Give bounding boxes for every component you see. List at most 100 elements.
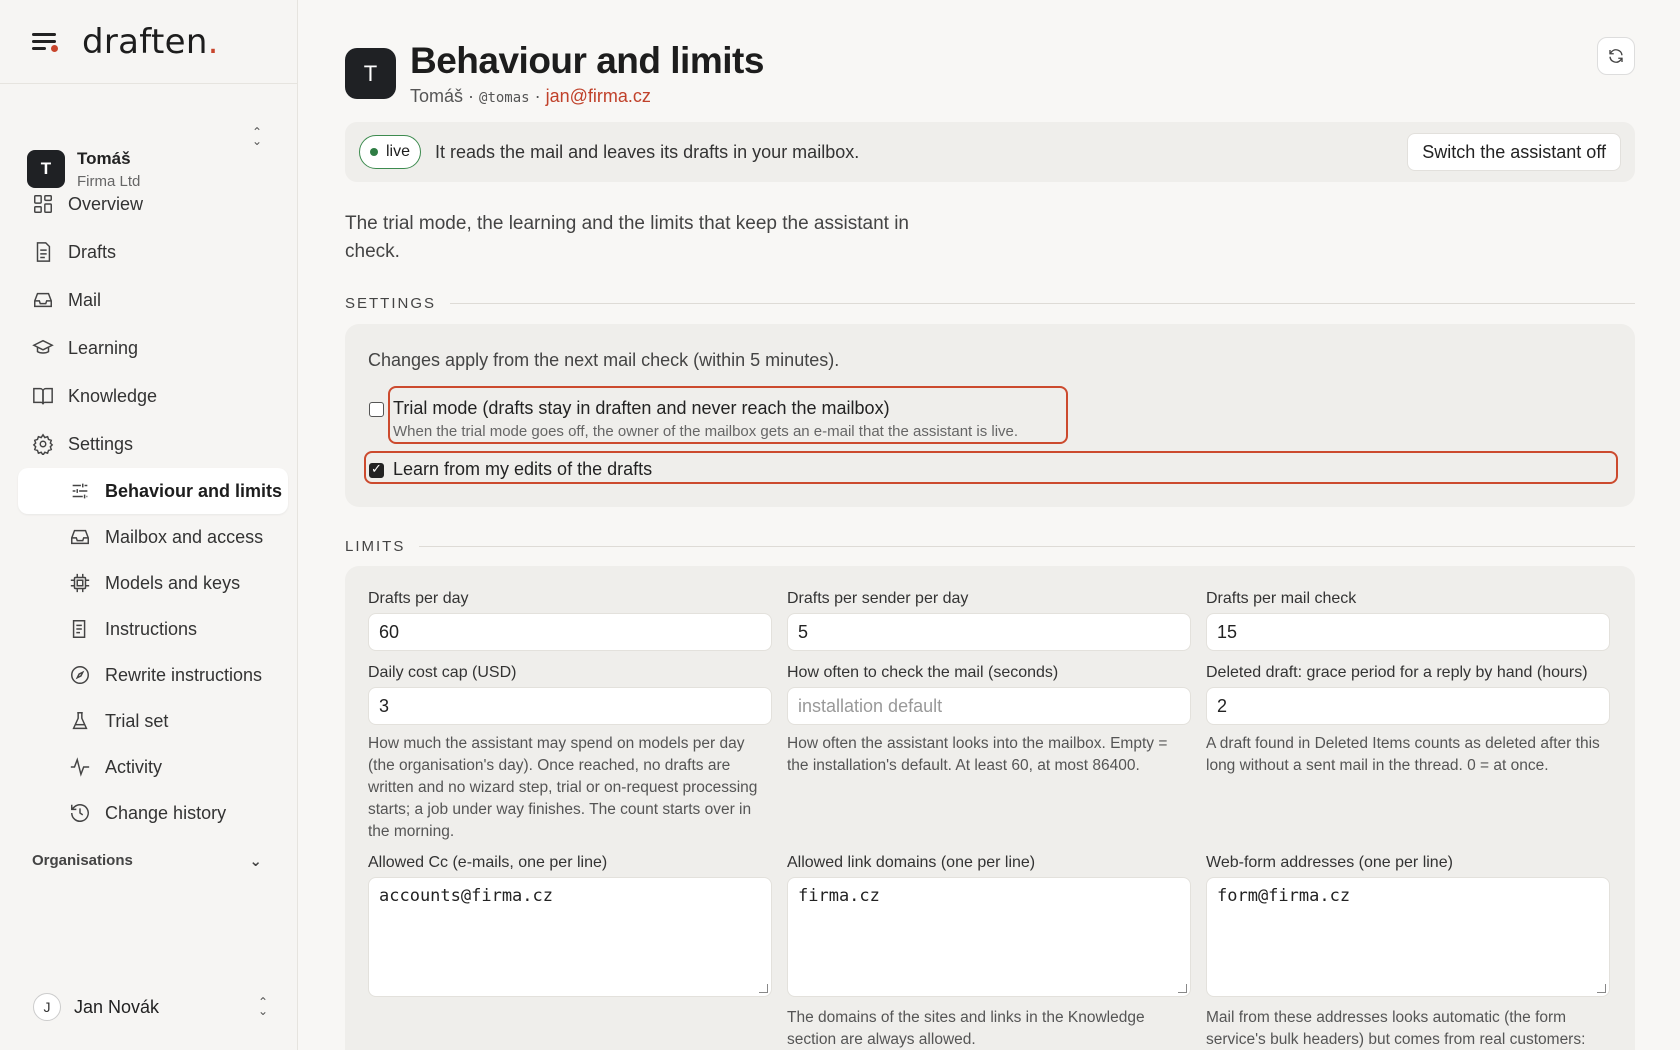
sidebar-subitem-change-history[interactable]: Change history xyxy=(18,790,288,836)
settings-heading-label: SETTINGS xyxy=(345,295,437,312)
sidebar-item-label: Overview xyxy=(68,193,144,214)
organisations-toggle[interactable]: Organisations ⌄ xyxy=(32,852,262,870)
owner-handle: @tomas xyxy=(479,90,530,106)
chip-icon xyxy=(70,573,90,593)
check-interval-help: How often the assistant looks into the m… xyxy=(787,735,1168,774)
daily-cost-input[interactable]: 3 xyxy=(368,687,772,725)
sidebar-subitem-trial-set[interactable]: Trial set xyxy=(18,698,288,744)
drafts-per-sender-field: Drafts per sender per day 5 xyxy=(787,590,1191,651)
sidebar-item-learning[interactable]: Learning xyxy=(18,324,288,372)
status-badge: live xyxy=(359,135,422,169)
sidebar-item-label: Drafts xyxy=(68,241,117,262)
assistant-status-bar: live It reads the mail and leaves its dr… xyxy=(345,122,1635,182)
settings-panel: Changes apply from the next mail check (… xyxy=(345,324,1635,507)
sidebar-item-overview[interactable]: Overview xyxy=(18,180,288,228)
sidebar-item-settings[interactable]: Settings xyxy=(18,420,288,468)
book-icon xyxy=(33,387,53,405)
sidebar-item-mail[interactable]: Mail xyxy=(18,276,288,324)
page-intro: The trial mode, the learning and the lim… xyxy=(345,213,909,262)
grid-icon xyxy=(34,195,52,213)
drafts-per-check-input[interactable]: 15 xyxy=(1206,613,1610,651)
grace-period-help: A draft found in Deleted Items counts as… xyxy=(1206,735,1600,774)
allowed-domains-textarea[interactable]: firma.cz xyxy=(787,877,1191,997)
owner-email-link[interactable]: jan@firma.cz xyxy=(546,86,651,106)
inbox-icon xyxy=(34,292,52,308)
daily-cost-help: How much the assistant may spend on mode… xyxy=(368,735,758,840)
limits-section-heading: LIMITS xyxy=(345,538,1635,555)
chevron-up-down-icon: ⌃ ⌄ xyxy=(257,995,268,1018)
sidebar-nav: Overview Drafts Mail Learning Knowledge … xyxy=(18,180,288,836)
sidebar-subitem-instructions[interactable]: Instructions xyxy=(18,606,288,652)
page-subtitle: Tomáš · @tomas · jan@firma.cz xyxy=(410,86,651,106)
sidebar-subitem-models-and-keys[interactable]: Models and keys xyxy=(18,560,288,606)
learn-label[interactable]: Learn from my edits of the drafts xyxy=(393,459,652,480)
sidebar-subitem-behaviour-and-limits[interactable]: Behaviour and limits xyxy=(18,468,288,514)
drafts-per-day-field: Drafts per day 60 xyxy=(368,590,772,651)
learn-checkbox[interactable] xyxy=(369,461,384,478)
sidebar-subitem-label: Behaviour and limits xyxy=(105,480,283,501)
user-name: Jan Novák xyxy=(74,996,160,1017)
webform-field: Web-form addresses (one per line) form@f… xyxy=(1206,854,1610,1050)
chevron-down-icon: ⌄ xyxy=(249,853,262,870)
page-title: Behaviour and limits xyxy=(410,40,764,81)
refresh-icon xyxy=(1609,49,1623,63)
menu-icon[interactable] xyxy=(32,31,60,53)
owner-name: Tomáš xyxy=(410,86,464,106)
trial-mode-checkbox[interactable] xyxy=(369,402,384,417)
sidebar-subitem-rewrite-instructions[interactable]: Rewrite instructions xyxy=(18,652,288,698)
check-interval-field: How often to check the mail (seconds) in… xyxy=(787,664,1191,777)
allowed-cc-textarea[interactable]: accounts@firma.cz xyxy=(368,877,772,997)
drafts-per-day-label: Drafts per day xyxy=(368,590,469,607)
sidebar-subitem-label: Activity xyxy=(105,756,163,777)
webform-help: Mail from these addresses looks automati… xyxy=(1206,1009,1586,1048)
sidebar-subitem-activity[interactable]: Activity xyxy=(18,744,288,790)
sidebar-item-knowledge[interactable]: Knowledge xyxy=(18,372,288,420)
learn-option: Learn from my edits of the drafts xyxy=(369,459,652,480)
allowed-domains-field: Allowed link domains (one per line) firm… xyxy=(787,854,1191,1050)
user-menu[interactable]: J Jan Novák ⌃ ⌄ xyxy=(33,993,268,1021)
webform-label: Web-form addresses (one per line) xyxy=(1206,854,1453,871)
switch-assistant-off-button[interactable]: Switch the assistant off xyxy=(1407,133,1621,171)
graduation-cap-icon xyxy=(32,339,54,354)
refresh-button[interactable] xyxy=(1597,37,1635,75)
grace-period-label: Deleted draft: grace period for a reply … xyxy=(1206,664,1588,681)
mailbox-avatar: T xyxy=(345,48,396,99)
sidebar-subitem-mailbox-and-access[interactable]: Mailbox and access xyxy=(18,514,288,560)
gear-icon xyxy=(32,433,54,455)
daily-cost-label: Daily cost cap (USD) xyxy=(368,664,517,681)
grace-period-input[interactable]: 2 xyxy=(1206,687,1610,725)
settings-note: Changes apply from the next mail check (… xyxy=(368,350,840,370)
allowed-cc-label: Allowed Cc (e-mails, one per line) xyxy=(368,854,608,871)
sidebar-item-label: Learning xyxy=(68,337,139,358)
inbox-icon xyxy=(71,529,89,545)
settings-section-heading: SETTINGS xyxy=(345,295,1635,312)
drafts-per-day-input[interactable]: 60 xyxy=(368,613,772,651)
pulse-icon xyxy=(70,757,90,777)
sidebar-subitem-label: Mailbox and access xyxy=(105,526,264,547)
check-interval-label: How often to check the mail (seconds) xyxy=(787,664,1059,681)
allowed-domains-label: Allowed link domains (one per line) xyxy=(787,854,1036,871)
grace-period-field: Deleted draft: grace period for a reply … xyxy=(1206,664,1610,777)
sidebar-subitem-label: Rewrite instructions xyxy=(105,664,263,685)
sidebar: draften. T Tomáš Firma Ltd ⌃ ⌄ Overview D… xyxy=(0,0,298,1050)
sidebar-subitem-label: Models and keys xyxy=(105,572,241,593)
trial-mode-label[interactable]: Trial mode (drafts stay in draften and n… xyxy=(393,398,1018,419)
history-icon xyxy=(71,804,89,822)
trial-mode-help: When the trial mode goes off, the owner … xyxy=(393,423,1019,440)
drafts-per-sender-input[interactable]: 5 xyxy=(787,613,1191,651)
list-icon xyxy=(72,620,86,638)
drafts-per-check-label: Drafts per mail check xyxy=(1206,590,1357,607)
check-interval-input[interactable]: installation default xyxy=(787,687,1191,725)
allowed-domains-help: The domains of the sites and links in th… xyxy=(787,1009,1145,1048)
sliders-icon xyxy=(72,483,88,499)
webform-textarea[interactable]: form@firma.cz xyxy=(1206,877,1610,997)
sidebar-item-drafts[interactable]: Drafts xyxy=(18,228,288,276)
daily-cost-field: Daily cost cap (USD) 3 How much the assi… xyxy=(368,664,772,843)
status-badge-label: live xyxy=(386,143,411,160)
drafts-per-check-field: Drafts per mail check 15 xyxy=(1206,590,1610,651)
organisations-label: Organisations xyxy=(32,852,133,869)
chevron-up-down-icon[interactable]: ⌃ ⌄ xyxy=(252,126,262,147)
app-logo[interactable]: draften. xyxy=(82,22,219,62)
sidebar-subitem-label: Trial set xyxy=(105,710,169,731)
sidebar-item-label: Knowledge xyxy=(68,385,158,406)
